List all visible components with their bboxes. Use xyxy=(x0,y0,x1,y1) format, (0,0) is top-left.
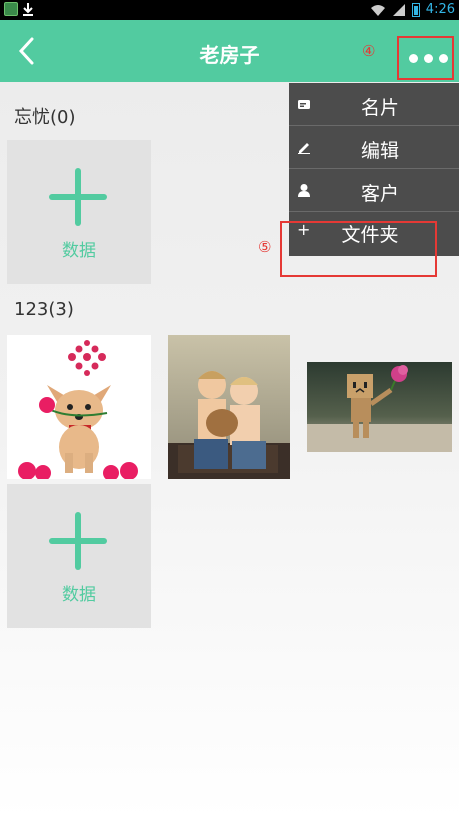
section-title-1: 忘忧(0) xyxy=(14,107,76,128)
cardboard-robot-flower-photo xyxy=(307,362,452,452)
add-data-tile-2[interactable]: 数据 xyxy=(7,484,151,628)
thumbnail-dog[interactable] xyxy=(7,335,151,479)
download-icon xyxy=(23,3,33,16)
battery-icon xyxy=(411,2,420,17)
add-data-tile-1[interactable]: 数据 xyxy=(7,140,151,284)
plus-icon xyxy=(49,512,107,570)
folder-highlight-box xyxy=(280,221,437,277)
menu-item-edit[interactable]: 编辑 xyxy=(289,126,459,169)
menu-item-label: 编辑 xyxy=(360,140,399,162)
signal-icon xyxy=(392,3,405,16)
annotation-marker-4: ④ xyxy=(362,42,376,60)
chihuahua-with-rose-photo xyxy=(7,335,151,479)
menu-item-label: 名片 xyxy=(360,97,399,119)
more-menu-button[interactable] xyxy=(397,36,454,80)
thumbnail-robot[interactable] xyxy=(307,362,452,452)
menu-item-card[interactable]: 名片 xyxy=(289,83,459,126)
status-bar: 4:26 xyxy=(0,0,459,20)
wifi-icon xyxy=(370,4,385,16)
app-bar: 老房子 ④ xyxy=(0,20,459,82)
add-data-label: 数据 xyxy=(62,585,96,605)
plus-icon xyxy=(49,168,107,226)
status-time: 4:26 xyxy=(425,2,455,17)
more-dots-icon xyxy=(409,54,448,63)
section-title-2: 123(3) xyxy=(14,299,74,320)
app-notification-icon xyxy=(4,2,18,16)
menu-item-customer[interactable]: 客户 xyxy=(289,169,459,212)
page-title: 老房子 xyxy=(199,43,260,67)
menu-item-label: 客户 xyxy=(360,183,399,205)
two-children-photo xyxy=(168,335,290,479)
annotation-marker-5: ⑤ xyxy=(258,238,272,256)
thumbnail-children[interactable] xyxy=(168,335,290,479)
add-data-label: 数据 xyxy=(62,241,96,261)
